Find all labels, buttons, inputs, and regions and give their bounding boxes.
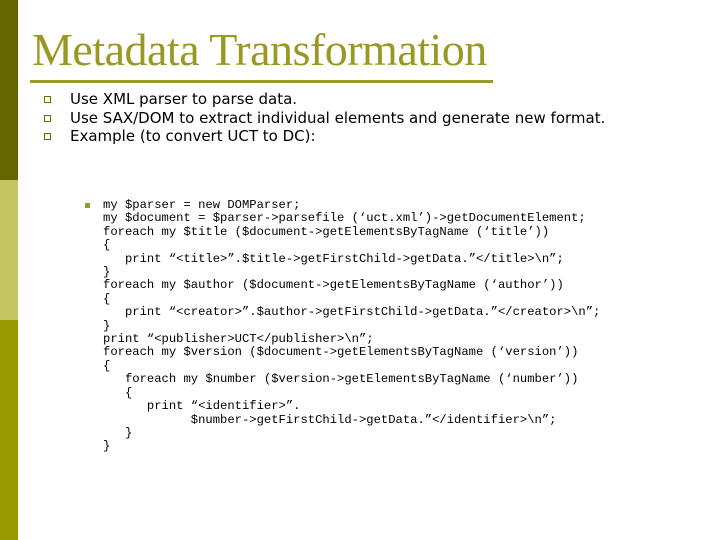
- bullet-list: Use XML parser to parse data. Use SAX/DO…: [44, 91, 690, 147]
- code-line: foreach my $title ($document->getElement…: [103, 224, 550, 239]
- code-line: }: [103, 265, 111, 280]
- code-line: print “<identifier>”.: [103, 399, 301, 414]
- code-line: my $parser = new DOMParser;: [103, 198, 301, 212]
- bullet-item: Use XML parser to parse data.: [44, 91, 690, 108]
- code-line: print “<title>”.$title->getFirstChild->g…: [103, 251, 564, 266]
- square-bullet-icon: [44, 96, 51, 103]
- slide-title: Metadata Transformation: [32, 24, 487, 75]
- code-line: foreach my $number ($version->getElement…: [103, 372, 579, 387]
- code-line: $number->getFirstChild->getData.”</ident…: [103, 412, 557, 427]
- code-line: {: [103, 291, 111, 306]
- bullet-text: Example (to convert UCT to DC):: [70, 127, 316, 145]
- bullet-item: Example (to convert UCT to DC):: [44, 128, 690, 145]
- bullet-text: Use SAX/DOM to extract individual elemen…: [70, 108, 606, 127]
- code-line: }: [103, 318, 111, 333]
- code-line: }: [103, 425, 133, 440]
- code-line: print “<creator>”.$author->getFirstChild…: [103, 305, 601, 320]
- code-line: }: [103, 439, 111, 454]
- sidebar-band-light: [0, 180, 18, 320]
- square-bullet-icon: [44, 133, 51, 140]
- sidebar-band-olive: [0, 320, 18, 540]
- code-line: {: [103, 238, 111, 253]
- code-line: {: [103, 385, 133, 400]
- code-line: my $document = $parser->parsefile (‘uct.…: [103, 211, 586, 226]
- code-line: {: [103, 358, 111, 373]
- code-line: print “<publisher>UCT</publisher>\n”;: [103, 332, 374, 347]
- filled-square-bullet-icon: [85, 203, 90, 208]
- title-underline: [30, 80, 493, 83]
- code-line: foreach my $author ($document->getElemen…: [103, 278, 564, 293]
- code-listing: my $parser = new DOMParser; my $document …: [103, 198, 601, 454]
- bullet-item: Use SAX/DOM to extract individual elemen…: [44, 108, 690, 127]
- code-line: foreach my $version ($document->getEleme…: [103, 345, 579, 360]
- sidebar-band-dark: [0, 0, 18, 180]
- bullet-text: Use XML parser to parse data.: [70, 90, 298, 108]
- square-bullet-icon: [44, 114, 51, 122]
